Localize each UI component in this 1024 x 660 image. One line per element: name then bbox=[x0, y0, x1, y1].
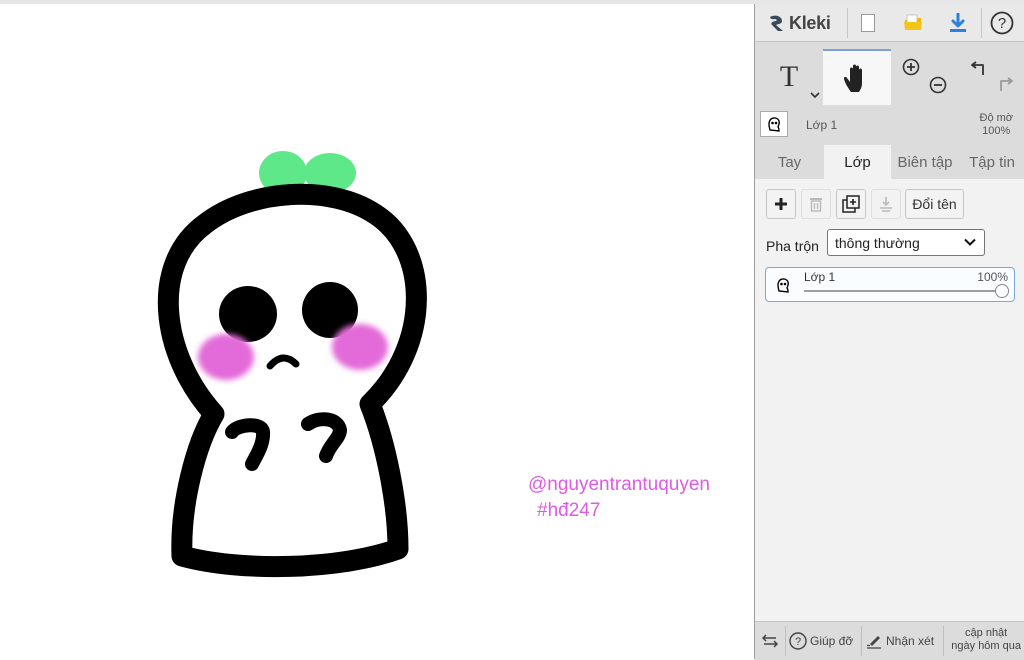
text-tool-button[interactable]: T bbox=[755, 49, 823, 105]
app-name: Kleki bbox=[789, 12, 831, 33]
layer-item-name: Lớp 1 bbox=[804, 270, 836, 284]
tab-hand[interactable]: Tay bbox=[755, 145, 824, 179]
swap-arrows-icon bbox=[761, 634, 779, 648]
rename-layer-button[interactable]: Đổi tên bbox=[905, 189, 964, 219]
trash-icon bbox=[810, 198, 822, 212]
left-eye bbox=[219, 286, 277, 342]
current-layer-info: Lớp 1 Độ mờ 100% bbox=[755, 106, 1024, 142]
signature-hashtag: #hđ247 bbox=[537, 500, 601, 521]
history-buttons bbox=[957, 49, 1024, 105]
feedback-link[interactable]: Nhận xét bbox=[866, 622, 934, 660]
layer-thumbnail bbox=[760, 111, 788, 137]
zoom-out-icon[interactable] bbox=[929, 76, 947, 94]
update-info[interactable]: cập nhật ngày hôm qua bbox=[951, 627, 1021, 653]
new-file-button[interactable] bbox=[850, 8, 886, 38]
sidebar-footer: ? Giúp đỡ Nhận xét cập nhật ngày hôm qua bbox=[755, 621, 1024, 660]
feedback-pen-icon bbox=[867, 636, 881, 649]
open-folder-icon bbox=[904, 14, 922, 30]
opacity-label: Độ mờ bbox=[979, 112, 1014, 124]
update-line-1: cập nhật bbox=[965, 627, 1008, 639]
hand-tool-icon bbox=[843, 64, 862, 92]
current-layer-name: Lớp 1 bbox=[806, 118, 838, 132]
app-header: Kleki ? bbox=[755, 4, 1024, 42]
layers-panel: Đổi tên Pha trộn thông thường Lớp 1 100% bbox=[755, 179, 1024, 625]
kleki-logo-icon bbox=[770, 15, 783, 31]
layer-opacity-slider[interactable] bbox=[804, 290, 1002, 292]
hand-tool-button[interactable] bbox=[823, 49, 891, 105]
add-layer-button[interactable] bbox=[766, 189, 796, 219]
feedback-label: Nhận xét bbox=[886, 634, 935, 648]
merge-down-icon bbox=[880, 197, 892, 212]
header-divider bbox=[847, 8, 848, 38]
layer-item-thumbnail bbox=[770, 273, 796, 297]
tool-row: T bbox=[755, 49, 1024, 105]
plus-icon bbox=[775, 198, 787, 210]
zoom-in-icon[interactable] bbox=[902, 58, 920, 76]
help-circle-icon: ? bbox=[789, 632, 807, 650]
blend-mode-label: Pha trộn bbox=[766, 238, 819, 254]
tab-edit[interactable]: Biên tập bbox=[891, 145, 959, 179]
svg-text:?: ? bbox=[998, 15, 1006, 32]
swap-side-button[interactable] bbox=[761, 622, 779, 660]
drawing bbox=[157, 151, 427, 578]
current-layer-opacity: Độ mờ 100% bbox=[980, 112, 1014, 138]
delete-layer-button[interactable] bbox=[801, 189, 831, 219]
chevron-down-icon bbox=[964, 238, 976, 246]
left-blush bbox=[198, 334, 254, 380]
download-icon bbox=[950, 13, 966, 32]
layer-item-opacity: 100% bbox=[977, 270, 1008, 284]
blend-mode-value: thông thường bbox=[835, 234, 920, 251]
header-divider bbox=[981, 8, 982, 38]
duplicate-layer-button[interactable] bbox=[836, 189, 866, 219]
new-file-icon bbox=[861, 14, 875, 32]
sidebar-tabs: Tay Lớp Biên tập Tập tin bbox=[755, 145, 1024, 179]
help-link[interactable]: ? Giúp đỡ bbox=[789, 622, 853, 660]
zoom-buttons bbox=[891, 49, 957, 105]
footer-divider bbox=[785, 626, 786, 656]
signature-handle: @nguyentrantuquyen bbox=[528, 474, 710, 495]
open-file-button[interactable] bbox=[895, 8, 931, 38]
opacity-value: 100% bbox=[982, 125, 1011, 137]
chevron-down-icon[interactable] bbox=[810, 91, 820, 99]
help-label: Giúp đỡ bbox=[810, 634, 854, 648]
tab-file[interactable]: Tập tin bbox=[959, 145, 1024, 179]
svg-text:?: ? bbox=[795, 636, 801, 648]
help-button[interactable]: ? bbox=[984, 8, 1020, 38]
redo-icon[interactable] bbox=[995, 75, 1015, 93]
layer-thumbnail-image bbox=[777, 278, 789, 293]
drawing-canvas[interactable]: @nguyentrantuquyen #hđ247 bbox=[0, 4, 754, 659]
app-logo[interactable]: Kleki bbox=[767, 10, 831, 36]
right-blush bbox=[332, 324, 388, 370]
update-line-2: ngày hôm qua bbox=[951, 640, 1021, 652]
tab-layers[interactable]: Lớp bbox=[824, 145, 891, 179]
duplicate-icon bbox=[842, 195, 860, 213]
sidebar: Kleki ? T Lớp 1 Độ mờ 100% Tay Lớp Biên … bbox=[754, 4, 1024, 660]
merge-layer-button[interactable] bbox=[871, 189, 901, 219]
download-button[interactable] bbox=[940, 8, 976, 38]
layer-thumbnail-image bbox=[768, 117, 780, 132]
layer-opacity-slider-handle[interactable] bbox=[995, 284, 1009, 298]
footer-divider bbox=[943, 626, 944, 656]
help-icon: ? bbox=[990, 11, 1014, 35]
footer-divider bbox=[861, 626, 862, 656]
blend-mode-select[interactable]: thông thường bbox=[827, 229, 985, 256]
character-outline bbox=[157, 183, 427, 578]
layer-list-item[interactable]: Lớp 1 100% bbox=[765, 267, 1015, 302]
text-tool-icon: T bbox=[779, 60, 799, 93]
undo-icon[interactable] bbox=[969, 59, 989, 77]
